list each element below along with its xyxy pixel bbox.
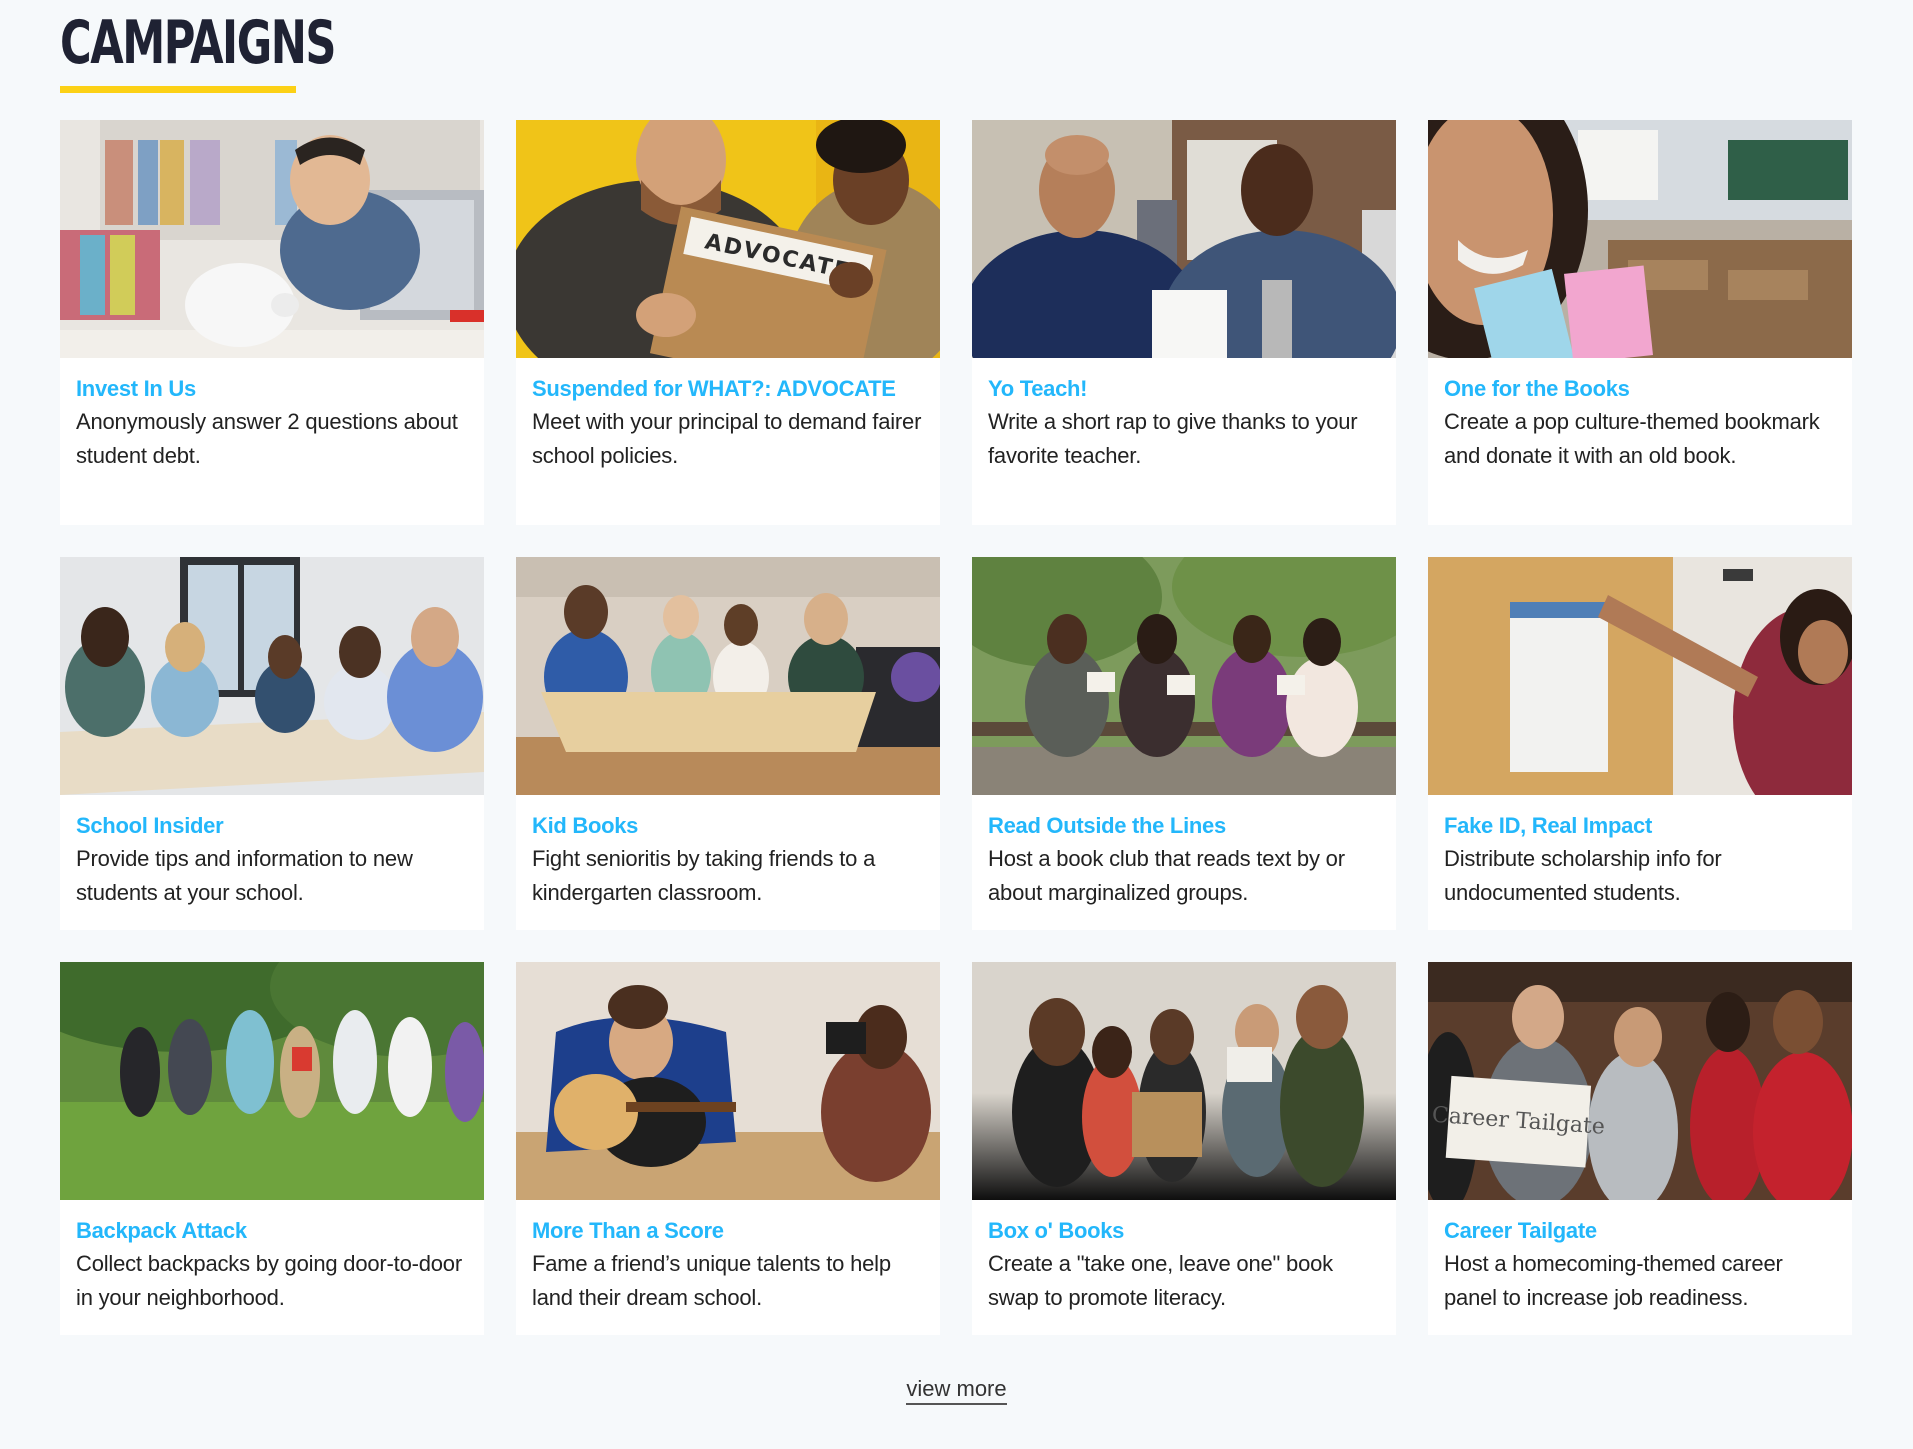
campaign-title[interactable]: Invest In Us [76, 374, 468, 404]
campaign-description: Write a short rap to give thanks to your… [988, 409, 1358, 468]
campaign-description: Collect backpacks by going door-to-door … [76, 1251, 462, 1310]
campaign-card[interactable]: ADVOCATE Suspended for WHAT?: ADVOCATE M… [516, 120, 940, 525]
students-walking-park-photo [60, 962, 484, 1200]
campaign-description: Create a pop culture-themed bookmark and… [1444, 409, 1820, 468]
campaign-description: Host a homecoming-themed career panel to… [1444, 1251, 1783, 1310]
group-at-table-photo [60, 557, 484, 795]
campaign-title[interactable]: One for the Books [1444, 374, 1836, 404]
book-swap-group-photo [972, 962, 1396, 1200]
campaign-title[interactable]: Kid Books [532, 811, 924, 841]
campaign-title[interactable]: Read Outside the Lines [988, 811, 1380, 841]
campaign-photo[interactable] [60, 557, 484, 795]
campaign-title[interactable]: School Insider [76, 811, 468, 841]
campaign-card[interactable]: Career Tailgate Career Tailgate Host a h… [1428, 962, 1852, 1335]
kids-at-table-photo [516, 557, 940, 795]
campaign-description: Host a book club that reads text by or a… [988, 846, 1345, 905]
section-heading-wrap: CAMPAIGNS [60, 8, 442, 78]
section-title-underline [60, 86, 296, 93]
campaign-photo[interactable] [516, 962, 940, 1200]
campaign-description: Create a "take one, leave one" book swap… [988, 1251, 1333, 1310]
campaign-photo[interactable] [972, 120, 1396, 358]
campaign-card[interactable]: More Than a Score Fame a friend’s unique… [516, 962, 940, 1335]
campaign-card[interactable]: Box o' Books Create a "take one, leave o… [972, 962, 1396, 1335]
campaign-photo[interactable] [972, 557, 1396, 795]
advocate-clipboard-photo: ADVOCATE [516, 120, 940, 358]
campaign-title[interactable]: Suspended for WHAT?: ADVOCATE [532, 374, 924, 404]
campaign-description: Distribute scholarship info for undocume… [1444, 846, 1722, 905]
campaign-description: Provide tips and information to new stud… [76, 846, 413, 905]
campaign-card[interactable]: Fake ID, Real Impact Distribute scholars… [1428, 557, 1852, 930]
section-title: CAMPAIGNS [60, 8, 337, 78]
campaign-description: Meet with your principal to demand faire… [532, 409, 922, 468]
view-more-link[interactable]: view more [906, 1376, 1007, 1405]
career-tailgate-group-photo: Career Tailgate [1428, 962, 1852, 1200]
campaign-card[interactable]: Invest In Us Anonymously answer 2 questi… [60, 120, 484, 525]
campaign-card[interactable]: Kid Books Fight senioritis by taking fri… [516, 557, 940, 930]
campaign-title[interactable]: Career Tailgate [1444, 1216, 1836, 1246]
campaign-description: Fame a friend’s unique talents to help l… [532, 1251, 891, 1310]
stressed-student-piggy-bank-photo [60, 120, 484, 358]
campaign-photo[interactable] [60, 120, 484, 358]
campaign-description: Anonymously answer 2 questions about stu… [76, 409, 458, 468]
campaign-card[interactable]: School Insider Provide tips and informat… [60, 557, 484, 930]
campaign-title[interactable]: Box o' Books [988, 1216, 1380, 1246]
campaign-photo[interactable] [1428, 557, 1852, 795]
reading-on-bench-photo [972, 557, 1396, 795]
campaign-photo[interactable] [516, 557, 940, 795]
campaign-title[interactable]: More Than a Score [532, 1216, 924, 1246]
selfie-with-bookmarks-photo [1428, 120, 1852, 358]
campaign-photo[interactable] [1428, 120, 1852, 358]
teacher-and-student-photo [972, 120, 1396, 358]
campaign-photo[interactable] [972, 962, 1396, 1200]
campaign-card[interactable]: Yo Teach! Write a short rap to give than… [972, 120, 1396, 525]
campaign-card[interactable]: Read Outside the Lines Host a book club … [972, 557, 1396, 930]
campaign-photo[interactable] [60, 962, 484, 1200]
campaign-title[interactable]: Fake ID, Real Impact [1444, 811, 1836, 841]
campaign-title[interactable]: Backpack Attack [76, 1216, 468, 1246]
campaign-title[interactable]: Yo Teach! [988, 374, 1380, 404]
posting-flyer-photo [1428, 557, 1852, 795]
campaign-grid: Invest In Us Anonymously answer 2 questi… [60, 120, 1852, 1335]
campaign-photo[interactable]: ADVOCATE [516, 120, 940, 358]
campaign-card[interactable]: One for the Books Create a pop culture-t… [1428, 120, 1852, 525]
campaign-card[interactable]: Backpack Attack Collect backpacks by goi… [60, 962, 484, 1335]
campaign-photo[interactable]: Career Tailgate [1428, 962, 1852, 1200]
guitar-and-photographer-photo [516, 962, 940, 1200]
campaign-description: Fight senioritis by taking friends to a … [532, 846, 876, 905]
view-more-wrap: view more [0, 1376, 1913, 1405]
